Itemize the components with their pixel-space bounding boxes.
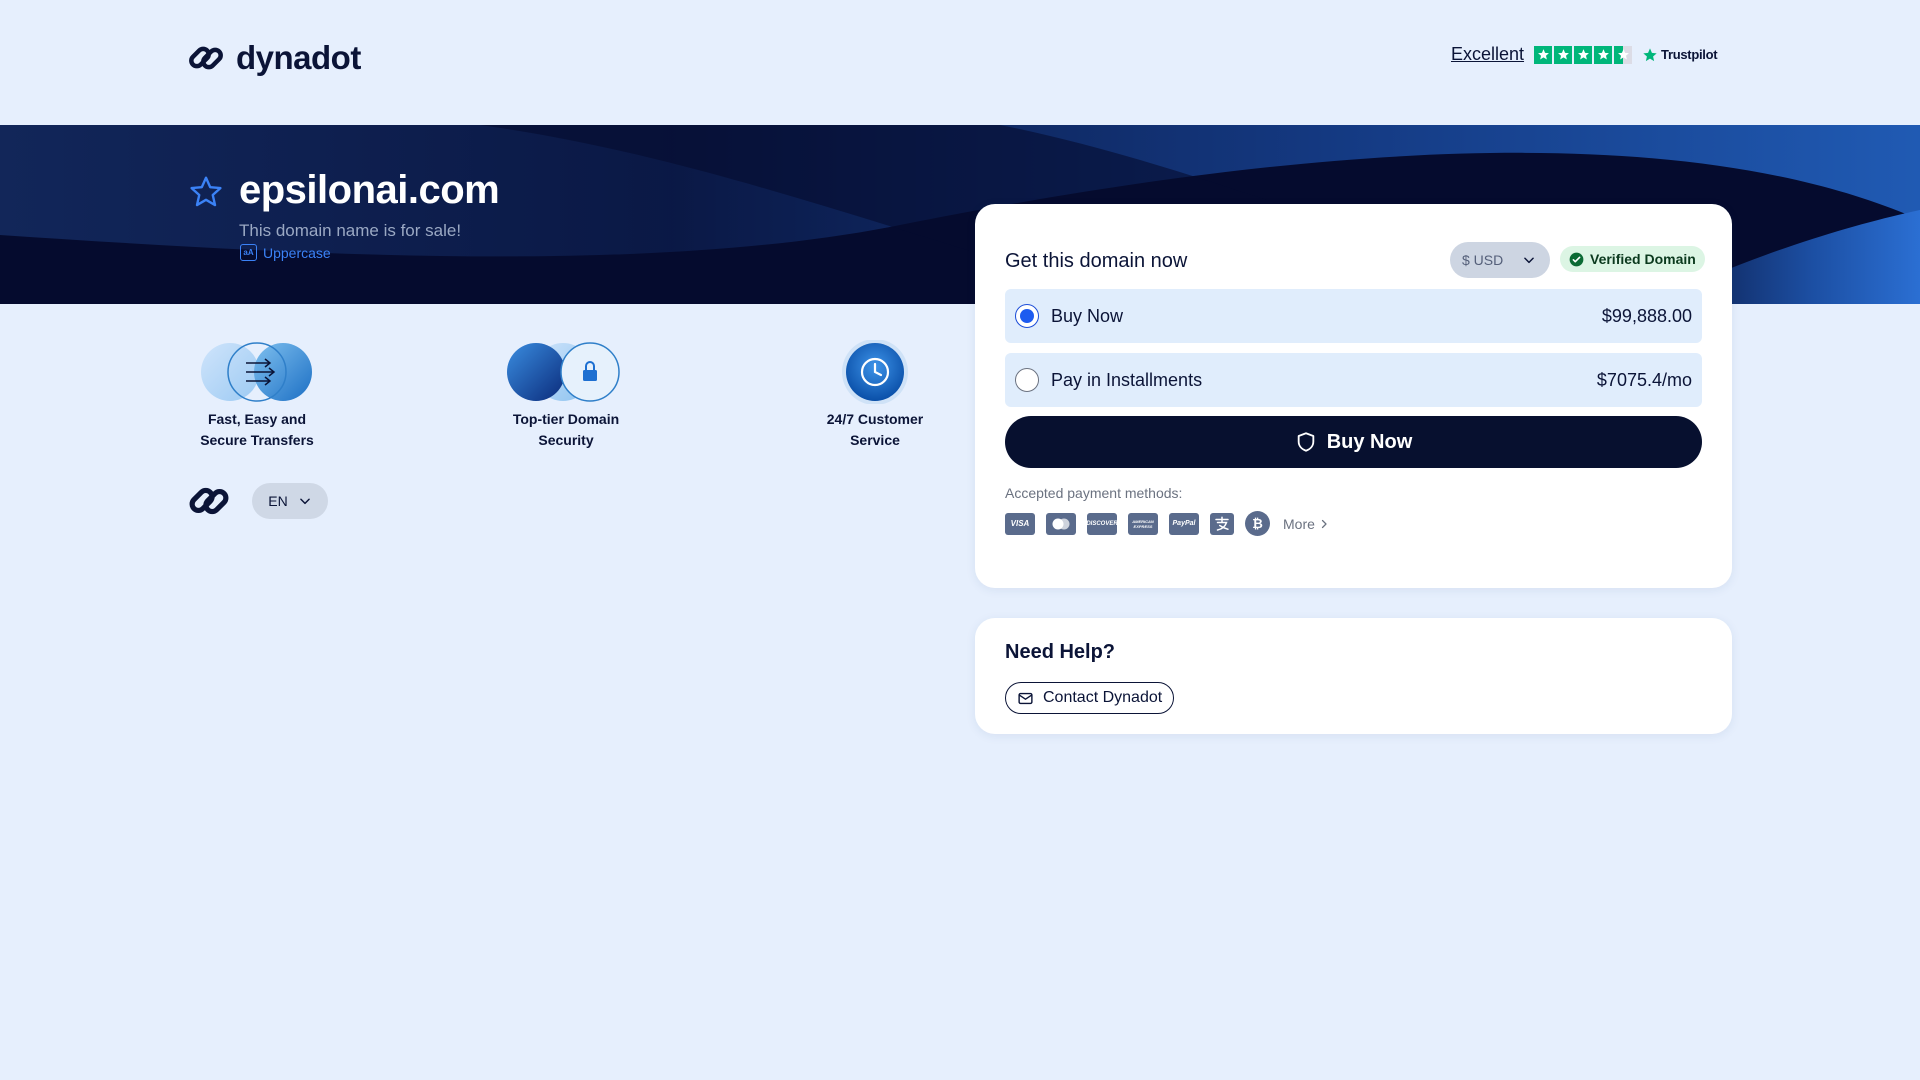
radio-buy-now[interactable] [1015,304,1039,328]
star-icon [1534,45,1553,64]
option-price: $7075.4/mo [1596,369,1692,390]
help-card: Need Help? Contact Dynadot [975,618,1732,734]
feature-label-line2: Security [538,432,594,448]
security-lock-icon [507,342,620,402]
check-circle-icon [1569,252,1584,266]
radio-selected-dot [1020,309,1034,323]
chevron-down-icon [1524,257,1534,264]
trustpilot-logo: Trustpilot [1642,47,1718,63]
footer-brand-row: EN [186,478,328,524]
help-title: Need Help? [1005,641,1116,663]
option-label: Pay in Installments [1051,369,1203,390]
uppercase-label: Uppercase [263,244,331,261]
currency-select[interactable]: $ USD [1450,242,1550,278]
chain-link-icon [189,46,223,70]
half-star-icon [1614,45,1633,64]
contact-button[interactable]: Contact Dynadot [1005,682,1175,714]
feature-label-line1: Top-tier Domain [512,411,620,427]
contact-label: Contact Dynadot [1043,689,1163,706]
paypal-icon: PayPal [1169,512,1199,535]
radio-installments[interactable] [1015,368,1039,392]
verified-label: Verified Domain [1590,251,1696,267]
shield-icon [1297,432,1314,452]
brand-name: dynadot [236,39,361,76]
feature-support: 24/7 Customer Service [775,339,975,451]
discover-icon: DISCOVER [1086,512,1118,535]
for-sale-subtitle: This domain name is for sale! [239,221,462,240]
purchase-card: Get this domain now $ USD Verified Domai… [975,204,1732,588]
rating-stars [1534,45,1633,64]
buy-now-label: Buy Now [1326,430,1413,453]
visa-icon: VISA [1005,512,1035,535]
card-title: Get this domain now [1005,250,1188,272]
option-price: $99,888.00 [1601,305,1692,326]
clock-icon [842,339,908,405]
option-label: Buy Now [1051,305,1124,326]
trustpilot-rating[interactable]: Excellent Trustpilot [1451,44,1718,65]
mastercard-icon [1046,512,1076,535]
chain-link-icon[interactable] [186,478,232,524]
payment-methods-label: Accepted payment methods: [1005,485,1183,501]
verified-badge: Verified Domain [1560,246,1705,272]
mail-icon [1018,692,1033,704]
trustpilot-star-icon [1643,47,1657,61]
bitcoin-icon: ₿ [1245,511,1270,536]
domain-title: epsilonai.com [239,168,500,212]
option-installments[interactable]: Pay in Installments $7075.4/mo [1005,353,1702,407]
more-label: More [1283,515,1315,532]
feature-transfers: Fast, Easy and Secure Transfers [157,340,357,451]
feature-security: Top-tier Domain Security [466,340,666,451]
transfer-icon [201,342,312,402]
rating-link[interactable]: Excellent [1451,44,1524,65]
uppercase-toggle[interactable]: aA Uppercase [240,244,331,261]
language-select[interactable]: EN [252,483,328,519]
language-value: EN [268,493,288,509]
currency-value: $ USD [1462,252,1504,268]
alipay-icon [1210,512,1234,535]
feature-label-line1: Fast, Easy and [207,411,307,427]
trustpilot-name: Trustpilot [1661,47,1718,62]
payment-methods: VISA DISCOVER AMERICAN EXPRESS PayPal ₿ … [1005,511,1330,536]
chevron-down-icon [299,498,310,505]
dynadot-logo[interactable]: dynadot [186,38,361,78]
feature-label-line2: Secure Transfers [200,432,314,448]
amex-icon: AMERICAN EXPRESS [1128,512,1158,535]
more-payment-methods-link[interactable]: More [1283,516,1330,532]
buy-now-button[interactable]: Buy Now [1005,416,1702,468]
star-icon [1554,45,1573,64]
favorite-star-icon[interactable] [188,174,224,210]
chevron-right-icon [1321,519,1327,528]
feature-label-line2: Service [850,432,900,448]
feature-label-line1: 24/7 Customer [826,411,924,427]
uppercase-icon: aA [240,244,257,261]
star-icon [1594,45,1613,64]
star-icon [1574,45,1593,64]
option-buy-now[interactable]: Buy Now $99,888.00 [1005,289,1702,343]
